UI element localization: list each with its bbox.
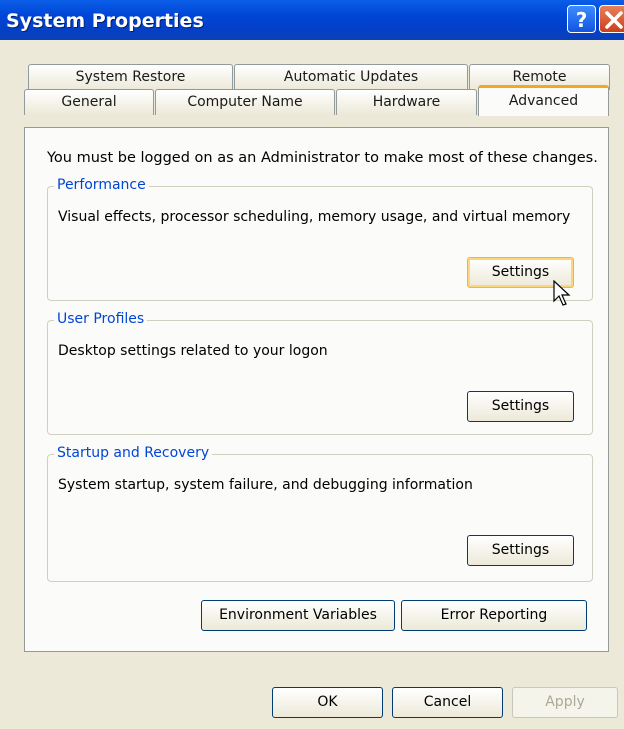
group-title: User Profiles — [54, 311, 148, 327]
tab-label: System Restore — [75, 69, 186, 85]
tab-label: General — [61, 94, 117, 110]
help-button[interactable]: ? — [567, 5, 596, 33]
user-profiles-group: User Profiles Desktop settings related t… — [47, 311, 593, 435]
window-title: System Properties — [6, 10, 204, 32]
cancel-button[interactable]: Cancel — [392, 687, 503, 718]
help-icon: ? — [575, 8, 588, 32]
tab-computer-name[interactable]: Computer Name — [155, 89, 335, 115]
environment-variables-button[interactable]: Environment Variables — [201, 600, 395, 631]
tab-advanced[interactable]: Advanced — [478, 85, 609, 116]
user-profiles-settings-button[interactable]: Settings — [467, 391, 574, 422]
tab-label: Advanced — [508, 93, 579, 109]
group-title: Performance — [54, 177, 149, 193]
performance-group: Performance Visual effects, processor sc… — [47, 177, 593, 301]
tab-system-restore[interactable]: System Restore — [28, 64, 233, 90]
title-bar[interactable]: System Properties ? — [0, 0, 624, 40]
tab-label: Remote — [512, 69, 567, 85]
tab-label: Automatic Updates — [283, 69, 419, 85]
tab-automatic-updates[interactable]: Automatic Updates — [234, 64, 468, 90]
mouse-cursor-icon — [553, 280, 571, 306]
startup-recovery-settings-button[interactable]: Settings — [467, 535, 574, 566]
tab-general[interactable]: General — [24, 89, 154, 115]
advanced-tab-panel: You must be logged on as an Administrato… — [24, 127, 609, 652]
tab-label: Computer Name — [187, 94, 303, 110]
apply-button[interactable]: Apply — [512, 687, 618, 718]
group-title: Startup and Recovery — [54, 445, 213, 461]
ok-button[interactable]: OK — [272, 687, 383, 718]
tab-hardware[interactable]: Hardware — [336, 89, 477, 115]
group-description: System startup, system failure, and debu… — [58, 477, 473, 493]
close-button[interactable] — [599, 5, 624, 33]
group-description: Desktop settings related to your logon — [58, 343, 328, 359]
tab-label: Hardware — [372, 94, 441, 110]
admin-notice: You must be logged on as an Administrato… — [47, 150, 598, 166]
group-description: Visual effects, processor scheduling, me… — [58, 209, 571, 225]
close-icon — [605, 11, 623, 29]
startup-recovery-group: Startup and Recovery System startup, sys… — [47, 445, 593, 582]
error-reporting-button[interactable]: Error Reporting — [401, 600, 587, 631]
